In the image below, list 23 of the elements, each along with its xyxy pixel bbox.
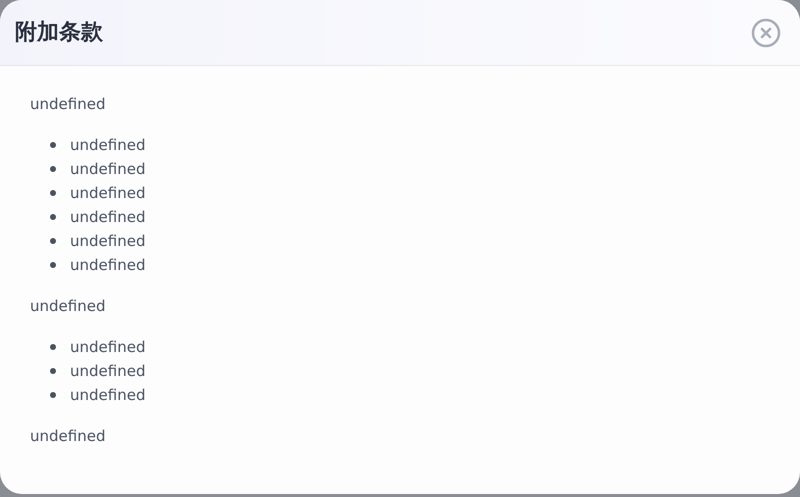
bullet-icon xyxy=(50,262,56,268)
paragraph: undefined xyxy=(30,296,106,317)
list-item: undefined xyxy=(70,182,146,204)
bullet-icon xyxy=(50,166,56,172)
bullet-icon xyxy=(50,344,56,350)
dialog-title: 附加条款 xyxy=(15,19,103,47)
list-item: undefined xyxy=(70,360,146,382)
list-item: undefined xyxy=(70,254,146,276)
list-item: undefined xyxy=(70,158,146,180)
bullet-icon xyxy=(50,214,56,220)
list-item: undefined xyxy=(70,134,146,156)
bullet-icon xyxy=(50,238,56,244)
bullet-icon xyxy=(50,190,56,196)
bullet-icon xyxy=(50,392,56,398)
close-button[interactable] xyxy=(751,18,781,48)
list-item: undefined xyxy=(70,230,146,252)
bullet-icon xyxy=(50,142,56,148)
list-item: undefined xyxy=(70,336,146,358)
paragraph: undefined xyxy=(30,426,106,447)
paragraph: undefined xyxy=(30,94,106,115)
list-item: undefined xyxy=(70,384,146,406)
list-item: undefined xyxy=(70,206,146,228)
bullet-icon xyxy=(50,368,56,374)
